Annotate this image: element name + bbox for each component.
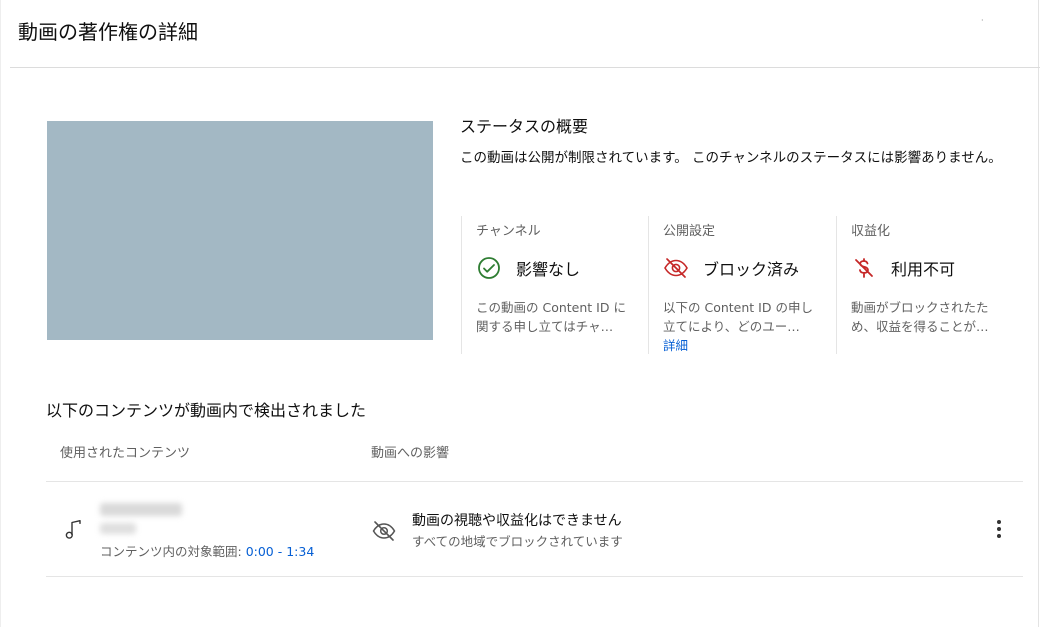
card-value-row: ブロック済み — [663, 255, 836, 281]
more-vert-icon-dot — [997, 534, 1001, 538]
status-card-visibility: 公開設定 ブロック済み 以下の Content ID の申し立てにより、どのユー… — [648, 216, 836, 354]
impact-title: 動画の視聴や収益化はできません — [412, 513, 622, 529]
money-off-icon — [851, 255, 877, 281]
status-description: この動画は公開が制限されています。 このチャンネルのステータスには影響ありません… — [460, 150, 1002, 166]
range-value: 0:00 - 1:34 — [245, 544, 315, 559]
status-card-channel: チャンネル 影響なし この動画の Content ID に関する申し立てはチャ… — [461, 216, 648, 354]
table-divider — [46, 576, 1023, 577]
page-title: 動画の著作権の詳細 — [18, 20, 198, 44]
dialog-header: 動画の著作権の詳細 · — [0, 0, 1040, 68]
music-note-icon — [65, 520, 81, 539]
content-owner-redacted — [100, 523, 136, 534]
card-label: 収益化 — [851, 224, 891, 239]
more-vert-icon — [997, 520, 1001, 524]
more-vert-icon-dot — [997, 527, 1001, 531]
card-description: 以下の Content ID の申し立てにより、どのユー… — [663, 300, 813, 334]
column-header-impact: 動画への影響 — [371, 446, 450, 461]
eye-off-icon — [372, 521, 396, 541]
video-thumbnail[interactable] — [47, 121, 433, 340]
details-link[interactable]: 詳細 — [663, 336, 836, 355]
card-value-row: 利用不可 — [851, 255, 1016, 281]
more-options-button[interactable] — [988, 516, 1010, 542]
header-mark: · — [981, 16, 984, 25]
check-circle-icon — [476, 255, 502, 281]
table-divider — [46, 481, 1023, 482]
status-card-monetization: 収益化 利用不可 動画がブロックされたため、収益を得ることが… — [836, 216, 1016, 354]
impact-subtitle: すべての地域でブロックされています — [412, 534, 623, 549]
detected-content-heading: 以下のコンテンツが動画内で検出されました — [46, 401, 367, 420]
card-description: 動画がブロックされたため、収益を得ることが… — [851, 300, 989, 334]
content-range: コンテンツ内の対象範囲: 0:00 - 1:34 — [100, 541, 314, 560]
status-heading: ステータスの概要 — [460, 117, 589, 136]
range-label: コンテンツ内の対象範囲: — [100, 544, 246, 559]
content-title-redacted — [100, 503, 182, 516]
card-description: この動画の Content ID に関する申し立てはチャ… — [476, 300, 626, 334]
eye-off-icon — [663, 255, 689, 281]
card-label: 公開設定 — [663, 224, 716, 239]
card-label: チャンネル — [476, 224, 541, 239]
card-value-row: 影響なし — [476, 255, 648, 281]
card-value: ブロック済み — [703, 260, 800, 279]
column-header-content: 使用されたコンテンツ — [60, 446, 191, 461]
card-value: 利用不可 — [891, 260, 956, 279]
header-divider — [10, 67, 1040, 68]
card-value: 影響なし — [516, 260, 581, 279]
